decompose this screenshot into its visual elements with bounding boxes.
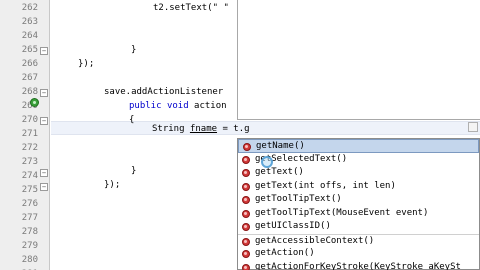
completion-item[interactable]: getActionForKeyStroke(KeyStroke aKeySt <box>238 261 479 270</box>
method-icon <box>242 209 250 218</box>
fold-marker-icon[interactable]: − <box>40 89 48 97</box>
completion-item[interactable]: getText() <box>238 166 479 180</box>
method-icon <box>242 237 250 246</box>
line-number: 272 <box>21 143 38 153</box>
code-line-274[interactable]: } <box>131 164 136 178</box>
method-icon <box>242 263 250 270</box>
completion-item[interactable]: getAction() <box>238 247 479 261</box>
item-name: getToolTipText <box>255 194 331 204</box>
item-name: getAction <box>255 248 304 258</box>
item-args: () <box>320 221 331 231</box>
line-number: 263 <box>21 17 38 27</box>
code-line-266[interactable]: }); <box>78 57 94 71</box>
item-name: getToolTipText <box>255 207 331 218</box>
code-text: { <box>129 115 135 125</box>
fold-marker-icon[interactable]: − <box>40 117 48 125</box>
item-args: () <box>363 235 375 246</box>
item-args: () <box>303 248 315 258</box>
line-number: 280 <box>21 255 38 265</box>
keyword-void: void <box>166 101 189 111</box>
line-number: 273 <box>21 157 38 167</box>
fold-marker-icon[interactable]: − <box>40 169 48 177</box>
item-name: getActionForKeyStroke <box>255 261 369 270</box>
item-args: (MouseEvent event) <box>330 207 429 218</box>
method-icon <box>242 196 250 204</box>
method-icon <box>242 223 250 231</box>
code-line-268[interactable]: save.addActionListener <box>104 85 223 99</box>
line-number: 275 <box>21 185 38 195</box>
completion-item[interactable]: getText(int offs, int len) <box>238 180 479 194</box>
item-args: () <box>330 194 342 204</box>
code-completion-list[interactable]: getName() getSelectedText() getText() ge… <box>237 138 480 270</box>
line-number: 265 <box>21 45 38 55</box>
item-name: getUIClassID <box>255 221 321 231</box>
mouse-cursor-icon <box>261 156 273 168</box>
code-line-265[interactable]: } <box>131 43 136 57</box>
line-number: 276 <box>21 199 38 209</box>
item-args: () <box>293 141 305 151</box>
method-icon <box>242 182 250 191</box>
fold-marker-icon[interactable]: − <box>40 47 48 55</box>
line-number-gutter: 262 263 264 265 266 267 268 269 270 271 … <box>0 0 50 270</box>
line-number: 262 <box>21 3 38 13</box>
javadoc-popup <box>237 0 480 120</box>
line-number: 279 <box>21 241 38 251</box>
item-args: () <box>336 153 348 164</box>
item-args: (int offs, int len) <box>292 180 396 191</box>
code-text: } <box>131 45 137 55</box>
code-line-269[interactable]: public void action <box>129 99 227 113</box>
code-text: = t.g <box>217 124 250 134</box>
line-number: 264 <box>21 31 38 41</box>
completion-item[interactable]: getToolTipText() <box>238 193 479 207</box>
method-icon <box>242 250 250 258</box>
method-icon <box>242 155 250 164</box>
item-name: getAccessibleContext <box>255 235 364 246</box>
variable-fname: fname <box>189 124 218 134</box>
code-line-275[interactable]: }); <box>104 178 120 192</box>
code-line-271[interactable]: String fname = t.g <box>152 122 250 136</box>
completion-item[interactable]: getUIClassID() <box>238 220 479 234</box>
item-name: getName <box>256 141 294 151</box>
line-number: 278 <box>21 227 38 237</box>
line-number: 271 <box>21 129 38 139</box>
item-args: () <box>292 167 304 177</box>
code-line-270[interactable]: { <box>129 113 134 127</box>
code-text: save.addActionListener <box>104 87 224 97</box>
code-text: t2.setText(" " <box>153 3 229 13</box>
code-text: }); <box>104 180 121 190</box>
line-number: 266 <box>21 59 38 69</box>
code-text: } <box>131 166 137 176</box>
method-icon <box>242 169 250 177</box>
line-number: 268 <box>21 87 38 97</box>
line-number: 267 <box>21 73 38 83</box>
item-name: getText <box>255 167 293 177</box>
override-method-icon[interactable] <box>30 98 39 107</box>
item-args: (KeyStroke aKeySt <box>368 261 461 270</box>
code-line-262[interactable]: t2.setText(" " <box>153 1 229 15</box>
completion-item[interactable]: getSelectedText() <box>238 153 479 167</box>
current-line-highlight <box>51 121 480 135</box>
code-text: }); <box>78 59 95 69</box>
fold-marker-icon[interactable]: − <box>40 183 48 191</box>
completion-item[interactable]: getToolTipText(MouseEvent event) <box>238 207 479 221</box>
method-icon <box>243 143 251 151</box>
keyword-public: public <box>129 101 162 111</box>
doc-scroll-icon[interactable] <box>468 122 478 132</box>
line-number: 277 <box>21 213 38 223</box>
line-number: 270 <box>21 115 38 125</box>
type-string: String <box>152 124 185 134</box>
item-name: getText <box>255 180 293 191</box>
completion-item[interactable]: getAccessibleContext() <box>238 233 479 248</box>
completion-item[interactable]: getName() <box>238 139 479 153</box>
line-number: 274 <box>21 171 38 181</box>
method-name: action <box>194 101 227 111</box>
